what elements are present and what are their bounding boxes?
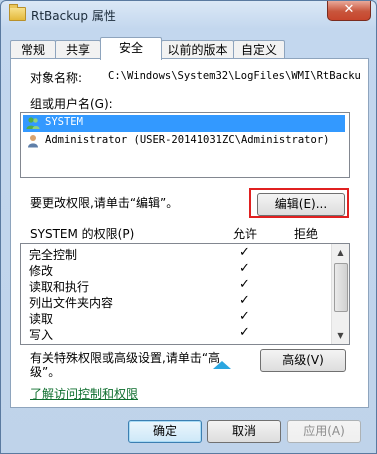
object-name-value: C:\Windows\System32\LogFiles\WMI\RtBacku	[108, 70, 361, 82]
object-name-label: 对象名称:	[30, 71, 83, 85]
allow-check-icon: ✓	[239, 245, 250, 260]
user-list[interactable]: SYSTEM Administrator (USER-20141031ZC\Ad…	[20, 112, 350, 178]
permission-row: 读取 ✓	[29, 309, 329, 326]
tab-security[interactable]: 安全	[100, 37, 162, 60]
close-button[interactable]: ✕	[327, 1, 371, 21]
permission-name: 完全控制	[29, 248, 78, 262]
tab-general[interactable]: 常规	[10, 40, 56, 60]
title-bar[interactable]: RtBackup 属性 ✕	[1, 1, 376, 29]
permissions-scrollbar[interactable]: ▲ ▼	[331, 244, 349, 344]
permission-row: 列出文件夹内容 ✓	[29, 293, 329, 310]
user-name: SYSTEM	[45, 116, 83, 128]
user-icon	[28, 135, 38, 148]
tab-strip: 常规 共享 安全 以前的版本 自定义	[10, 37, 368, 60]
permissions-list[interactable]: 完全控制 ✓ 修改 ✓ 读取和执行 ✓ 列出文件夹内容 ✓ 读取 ✓ 写入 ✓ …	[20, 243, 350, 345]
learn-access-control-link[interactable]: 了解访问控制和权限	[30, 385, 138, 402]
tab-customize[interactable]: 自定义	[233, 40, 285, 60]
permission-row: 完全控制 ✓	[29, 245, 329, 262]
scroll-down-icon[interactable]: ▼	[332, 327, 349, 344]
ok-button[interactable]: 确定	[128, 420, 202, 443]
pointer-icon	[213, 361, 231, 369]
permission-name: 修改	[29, 264, 54, 278]
allow-header: 允许	[233, 227, 258, 241]
advanced-hint-line2: 级”。	[30, 365, 61, 379]
properties-window: RtBackup 属性 ✕ 常规 共享 安全 以前的版本 自定义 对象名称: C…	[0, 0, 377, 454]
list-item-system[interactable]: SYSTEM	[23, 115, 345, 132]
scroll-thumb[interactable]	[334, 263, 348, 312]
folder-icon	[9, 4, 26, 21]
window-title: RtBackup 属性	[31, 9, 116, 23]
permissions-header: SYSTEM 的权限(P)	[30, 227, 135, 241]
allow-check-icon: ✓	[239, 293, 250, 308]
tab-sharing[interactable]: 共享	[55, 40, 101, 60]
tab-previous-versions[interactable]: 以前的版本	[161, 40, 234, 60]
edit-hint: 要更改权限,请单击“编辑”。	[30, 196, 179, 210]
deny-header: 拒绝	[294, 227, 319, 241]
cancel-button[interactable]: 取消	[207, 420, 281, 443]
group-label: 组或用户名(G):	[30, 97, 113, 111]
apply-button[interactable]: 应用(A)	[287, 420, 361, 443]
scroll-up-icon[interactable]: ▲	[332, 244, 349, 261]
highlight-box	[249, 188, 349, 218]
allow-check-icon: ✓	[239, 261, 250, 276]
user-name: Administrator (USER-20141031ZC\Administr…	[45, 134, 330, 146]
permission-name: 读取和执行	[29, 280, 90, 294]
list-item-administrator[interactable]: Administrator (USER-20141031ZC\Administr…	[23, 133, 345, 150]
permission-row: 修改 ✓	[29, 261, 329, 278]
permission-row: 读取和执行 ✓	[29, 277, 329, 294]
permission-name: 列出文件夹内容	[29, 296, 114, 310]
permission-row: 写入 ✓	[29, 325, 329, 342]
allow-check-icon: ✓	[239, 309, 250, 324]
allow-check-icon: ✓	[239, 277, 250, 292]
permission-name: 写入	[29, 328, 54, 342]
permission-name: 读取	[29, 312, 54, 326]
users-group-icon	[26, 117, 40, 129]
advanced-button[interactable]: 高级(V)	[260, 349, 346, 372]
allow-check-icon: ✓	[239, 325, 250, 340]
